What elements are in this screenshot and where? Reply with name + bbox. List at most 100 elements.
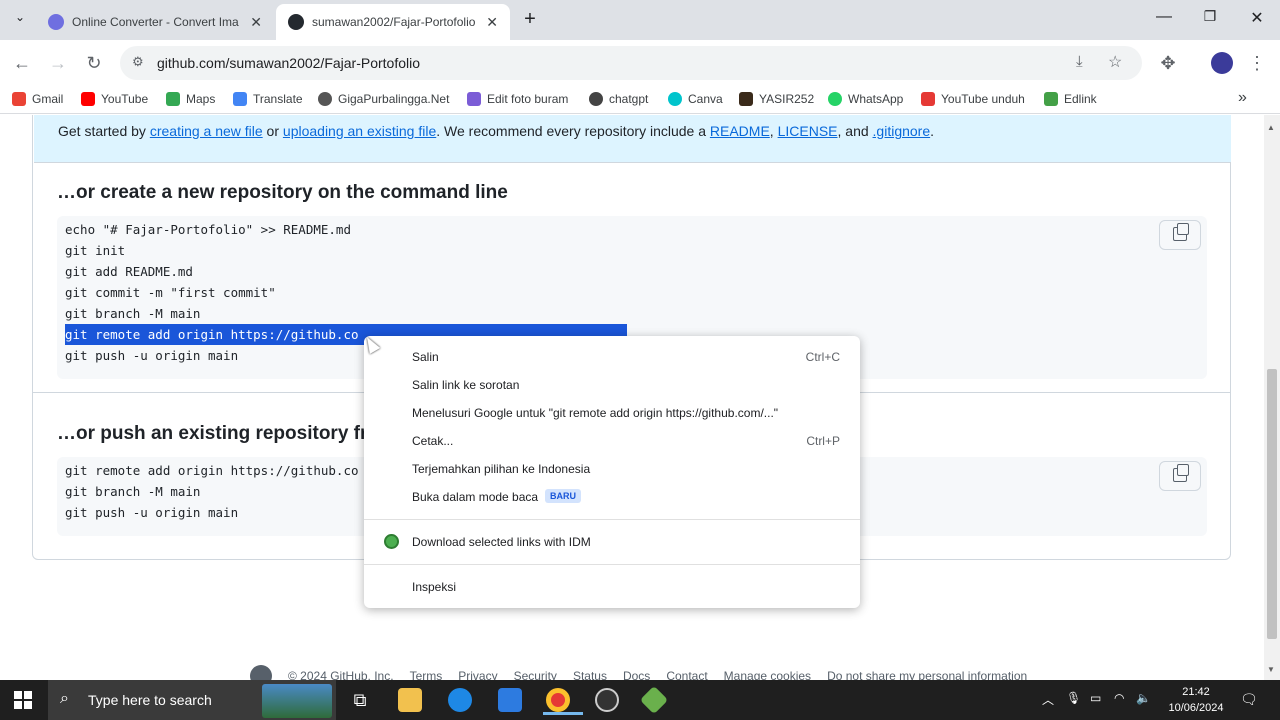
code-line: echo "# Fajar-Portofolio" >> README.md: [65, 222, 351, 237]
bookmark-youtube[interactable]: YouTube: [81, 92, 148, 106]
file-explorer-icon[interactable]: [398, 688, 422, 712]
edit-foto-icon: [467, 92, 481, 106]
code-line: git push -u origin main: [65, 348, 239, 363]
site-info-icon[interactable]: ⚙: [132, 54, 144, 70]
profile-avatar[interactable]: [1211, 52, 1233, 74]
yasir-icon: [739, 92, 753, 106]
new-tab-button[interactable]: +: [518, 8, 542, 31]
bookmark-youtube-unduh[interactable]: YouTube unduh: [921, 92, 1025, 106]
menu-item-copy[interactable]: Salin Ctrl+C: [364, 343, 860, 371]
bookmark-whatsapp[interactable]: WhatsApp: [828, 92, 903, 106]
extensions-icon[interactable]: ✥: [1157, 52, 1179, 74]
get-started-text: Get started by creating a new file or up…: [58, 123, 935, 139]
minimize-icon[interactable]: —: [1152, 8, 1176, 26]
tab-github-repo[interactable]: sumawan2002/Fajar-Portofolio ✕: [276, 4, 510, 40]
edge-icon[interactable]: [448, 688, 472, 712]
search-icon: ⌕: [60, 690, 69, 707]
address-bar[interactable]: ⚙ github.com/sumawan2002/Fajar-Portofoli…: [120, 46, 1142, 80]
scroll-thumb[interactable]: [1267, 369, 1277, 639]
restore-icon[interactable]: ❐: [1198, 8, 1222, 25]
bookmark-edlink[interactable]: Edlink: [1044, 92, 1097, 106]
converter-favicon-icon: [48, 14, 64, 30]
code-line: git remote add origin https://github.co: [65, 463, 359, 478]
tab-label: Online Converter - Convert Ima: [72, 15, 239, 29]
close-window-icon[interactable]: ✕: [1245, 8, 1269, 28]
gigapurbalingga-icon: [318, 92, 332, 106]
tab-search-icon[interactable]: ⌄: [8, 10, 32, 24]
footer-link-privacy[interactable]: Privacy: [458, 669, 497, 680]
back-icon[interactable]: ←: [11, 52, 33, 74]
close-tab-icon[interactable]: ✕: [486, 14, 498, 31]
menu-item-print[interactable]: Cetak... Ctrl+P: [364, 427, 860, 455]
bookmark-translate[interactable]: Translate: [233, 92, 303, 106]
bookmark-gigapurbalingga[interactable]: GigaPurbalingga.Net: [318, 92, 449, 106]
bookmark-overflow-icon[interactable]: »: [1238, 89, 1247, 107]
copy-icon: [1173, 223, 1189, 241]
tab-online-converter[interactable]: Online Converter - Convert Ima ✕: [36, 4, 274, 40]
menu-item-inspect[interactable]: Inspeksi: [364, 573, 860, 601]
whatsapp-icon: [828, 92, 842, 106]
bookmark-gmail[interactable]: Gmail: [12, 92, 63, 106]
page-scrollbar[interactable]: ▲ ▼: [1264, 115, 1280, 680]
bookmark-yasir[interactable]: YASIR252: [739, 92, 814, 106]
show-hidden-icons[interactable]: ︿: [1042, 691, 1054, 708]
footer-link-contact[interactable]: Contact: [666, 669, 707, 680]
menu-item-translate[interactable]: Terjemahkan pilihan ke Indonesia: [364, 455, 860, 483]
footer-link-security[interactable]: Security: [514, 669, 557, 680]
battery-icon[interactable]: ▭: [1090, 691, 1101, 705]
scroll-down-icon[interactable]: ▼: [1267, 665, 1275, 674]
chatgpt-icon: [589, 92, 603, 106]
install-app-icon[interactable]: ⤓: [1076, 53, 1083, 70]
close-tab-icon[interactable]: ✕: [250, 14, 262, 31]
obs-icon[interactable]: [595, 688, 619, 712]
git-app-icon[interactable]: [639, 685, 669, 715]
footer-link-terms[interactable]: Terms: [410, 669, 443, 680]
url-text: github.com/sumawan2002/Fajar-Portofolio: [157, 55, 421, 71]
forward-icon[interactable]: →: [47, 52, 69, 74]
canva-icon: [668, 92, 682, 106]
menu-item-copy-link-highlight[interactable]: Salin link ke sorotan: [364, 371, 860, 399]
code-line: git add README.md: [65, 264, 193, 279]
menu-item-reading-mode[interactable]: Buka dalam mode baca BARU: [364, 483, 860, 511]
context-menu: Salin Ctrl+C Salin link ke sorotan Menelu…: [364, 336, 860, 608]
menu-separator: [364, 564, 860, 565]
microphone-icon[interactable]: 🎙: [1066, 691, 1081, 705]
task-view-icon[interactable]: ⧉: [348, 688, 372, 712]
system-clock[interactable]: 21:42 10/06/2024: [1160, 684, 1232, 716]
edlink-icon: [1044, 92, 1058, 106]
copy-button[interactable]: [1159, 220, 1201, 250]
github-favicon-icon: [288, 14, 304, 30]
bookmark-star-icon[interactable]: ☆: [1108, 52, 1122, 72]
store-icon[interactable]: [498, 688, 522, 712]
search-placeholder: Type here to search: [88, 692, 212, 708]
volume-icon[interactable]: 🔈: [1136, 691, 1151, 705]
license-link[interactable]: LICENSE: [778, 123, 838, 139]
notification-icon[interactable]: 🗨: [1240, 691, 1258, 708]
footer-link-status[interactable]: Status: [573, 669, 607, 680]
footer-link-personal-info[interactable]: Do not share my personal information: [827, 669, 1027, 680]
scroll-up-icon[interactable]: ▲: [1267, 123, 1275, 132]
tab-label: sumawan2002/Fajar-Portofolio: [312, 15, 476, 29]
upload-file-link[interactable]: uploading an existing file: [283, 123, 436, 139]
taskbar-search-box[interactable]: ⌕ Type here to search: [48, 680, 336, 720]
menu-icon[interactable]: ⋮: [1246, 52, 1268, 74]
menu-item-idm-download[interactable]: Download selected links with IDM: [364, 528, 860, 556]
readme-link[interactable]: README: [710, 123, 770, 139]
create-file-link[interactable]: creating a new file: [150, 123, 263, 139]
bookmark-edit-foto[interactable]: Edit foto buram: [467, 92, 568, 106]
chrome-icon[interactable]: [543, 688, 583, 715]
gitignore-link[interactable]: .gitignore: [873, 123, 931, 139]
footer-link-docs[interactable]: Docs: [623, 669, 650, 680]
code-line: git branch -M main: [65, 306, 201, 321]
section-title-new-repo: …or create a new repository on the comma…: [57, 182, 508, 203]
menu-item-search-google[interactable]: Menelusuri Google untuk "git remote add …: [364, 399, 860, 427]
new-badge: BARU: [545, 489, 581, 503]
wifi-icon[interactable]: ◠: [1114, 691, 1124, 705]
bookmark-canva[interactable]: Canva: [668, 92, 723, 106]
footer-link-cookies[interactable]: Manage cookies: [724, 669, 811, 680]
reload-icon[interactable]: ↻: [83, 52, 105, 74]
bookmark-maps[interactable]: Maps: [166, 92, 215, 106]
bookmark-chatgpt[interactable]: chatgpt: [589, 92, 648, 106]
start-button[interactable]: [14, 691, 32, 709]
copy-button[interactable]: [1159, 461, 1201, 491]
